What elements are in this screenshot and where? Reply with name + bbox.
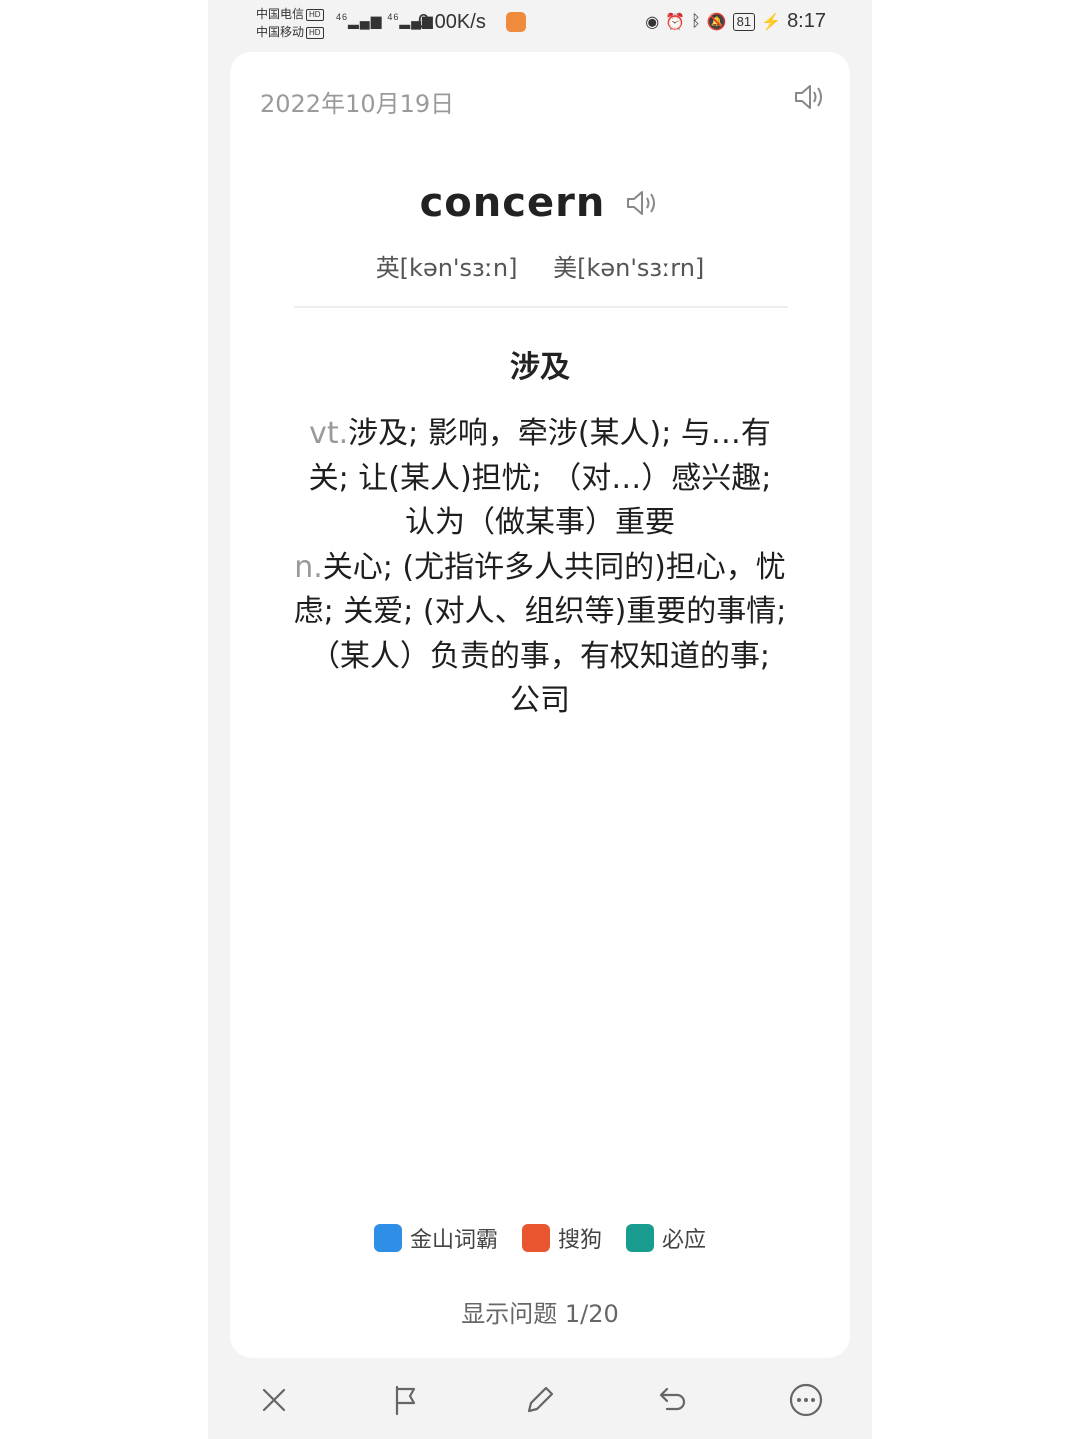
flag-button[interactable]	[387, 1380, 427, 1420]
word-card: 2022年10月19日 concern 英[kən'sɜːn] 美[kən'sɜ…	[230, 52, 850, 1358]
close-icon	[263, 1388, 286, 1412]
word-row: concern	[230, 180, 850, 226]
edit-icon	[527, 1386, 554, 1413]
dict-link-jinshan[interactable]: 金山词霸	[373, 1222, 498, 1254]
phone-screen: 中国电信 HD 中国移动 HD 46▂▄▆ 46▂▄▆ 0.00K/s ◉ ⏰ ᛒ …	[208, 0, 872, 1439]
phonetic-us[interactable]: 美[kən'sɜːrn]	[553, 254, 704, 282]
definition-text: 关心; (尤指许多人共同的)担心，忧虑; 关爱; (对人、组织等)重要的事情; …	[293, 549, 787, 719]
alarm-icon: ⏰	[665, 13, 686, 31]
pos-label: vt.	[309, 416, 349, 451]
status-bar: 中国电信 HD 中国移动 HD 46▂▄▆ 46▂▄▆ 0.00K/s ◉ ⏰ ᛒ …	[208, 0, 872, 46]
definition-text: 涉及; 影响，牵涉(某人); 与…有关; 让(某人)担忧; （对…）感兴趣; 认…	[308, 416, 772, 540]
charging-icon: ⚡	[761, 13, 782, 31]
net-speed: 0.00K/s	[418, 11, 486, 33]
show-question-button[interactable]: 显示问题 1/20	[230, 1294, 850, 1329]
mute-icon: 🔕	[706, 13, 727, 31]
dict-link-bing[interactable]: 必应	[626, 1222, 706, 1254]
dict-link-sogou[interactable]: 搜狗	[521, 1222, 602, 1254]
signal-label-2: 46	[387, 12, 400, 22]
signal-label-1: 46	[336, 12, 349, 22]
phonetics: 英[kən'sɜːn] 美[kən'sɜːrn]	[230, 248, 850, 283]
more-icon	[789, 1383, 822, 1417]
undo-button[interactable]	[653, 1380, 693, 1420]
signal-icon: ▂▄▆	[348, 12, 383, 29]
dictionary-links: 金山词霸 搜狗 必应	[230, 1222, 850, 1254]
carrier-info: 中国电信 HD 中国移动 HD	[256, 5, 324, 41]
pos-label: n.	[294, 549, 323, 585]
edit-button[interactable]	[520, 1380, 560, 1420]
hd-badge: HD	[306, 26, 324, 39]
close-button[interactable]	[254, 1380, 294, 1420]
undo-icon	[659, 1387, 685, 1411]
jinshan-icon	[373, 1224, 402, 1252]
dict-label: 搜狗	[557, 1228, 602, 1253]
carrier-2: 中国移动	[256, 25, 305, 39]
dict-label: 必应	[662, 1228, 707, 1253]
dict-label: 金山词霸	[409, 1228, 498, 1253]
bottom-toolbar	[208, 1368, 872, 1432]
carrier-1: 中国电信	[256, 7, 305, 21]
eye-icon: ◉	[645, 13, 660, 31]
definitions: vt.涉及; 影响，牵涉(某人); 与…有关; 让(某人)担忧; （对…）感兴趣…	[292, 412, 788, 724]
phonetic-uk[interactable]: 英[kən'sɜːn]	[376, 254, 518, 282]
battery-icon: 81	[732, 12, 756, 31]
bing-icon	[626, 1224, 654, 1252]
word-title: concern	[419, 180, 606, 226]
divider	[294, 306, 788, 308]
hd-badge: HD	[306, 8, 324, 21]
clock: 8:17	[787, 10, 826, 32]
sogou-icon	[521, 1224, 550, 1252]
flag-icon	[396, 1385, 416, 1416]
status-right: ◉ ⏰ ᛒ 🔕 81 ⚡ 8:17	[645, 10, 826, 33]
bluetooth-icon: ᛒ	[691, 12, 701, 30]
pronounce-speaker-icon[interactable]	[624, 188, 660, 218]
card-date: 2022年10月19日	[260, 90, 455, 118]
app-notification-icon	[506, 12, 526, 32]
speaker-icon[interactable]	[792, 82, 826, 112]
more-button[interactable]	[786, 1380, 826, 1420]
primary-meaning: 涉及	[510, 350, 570, 385]
